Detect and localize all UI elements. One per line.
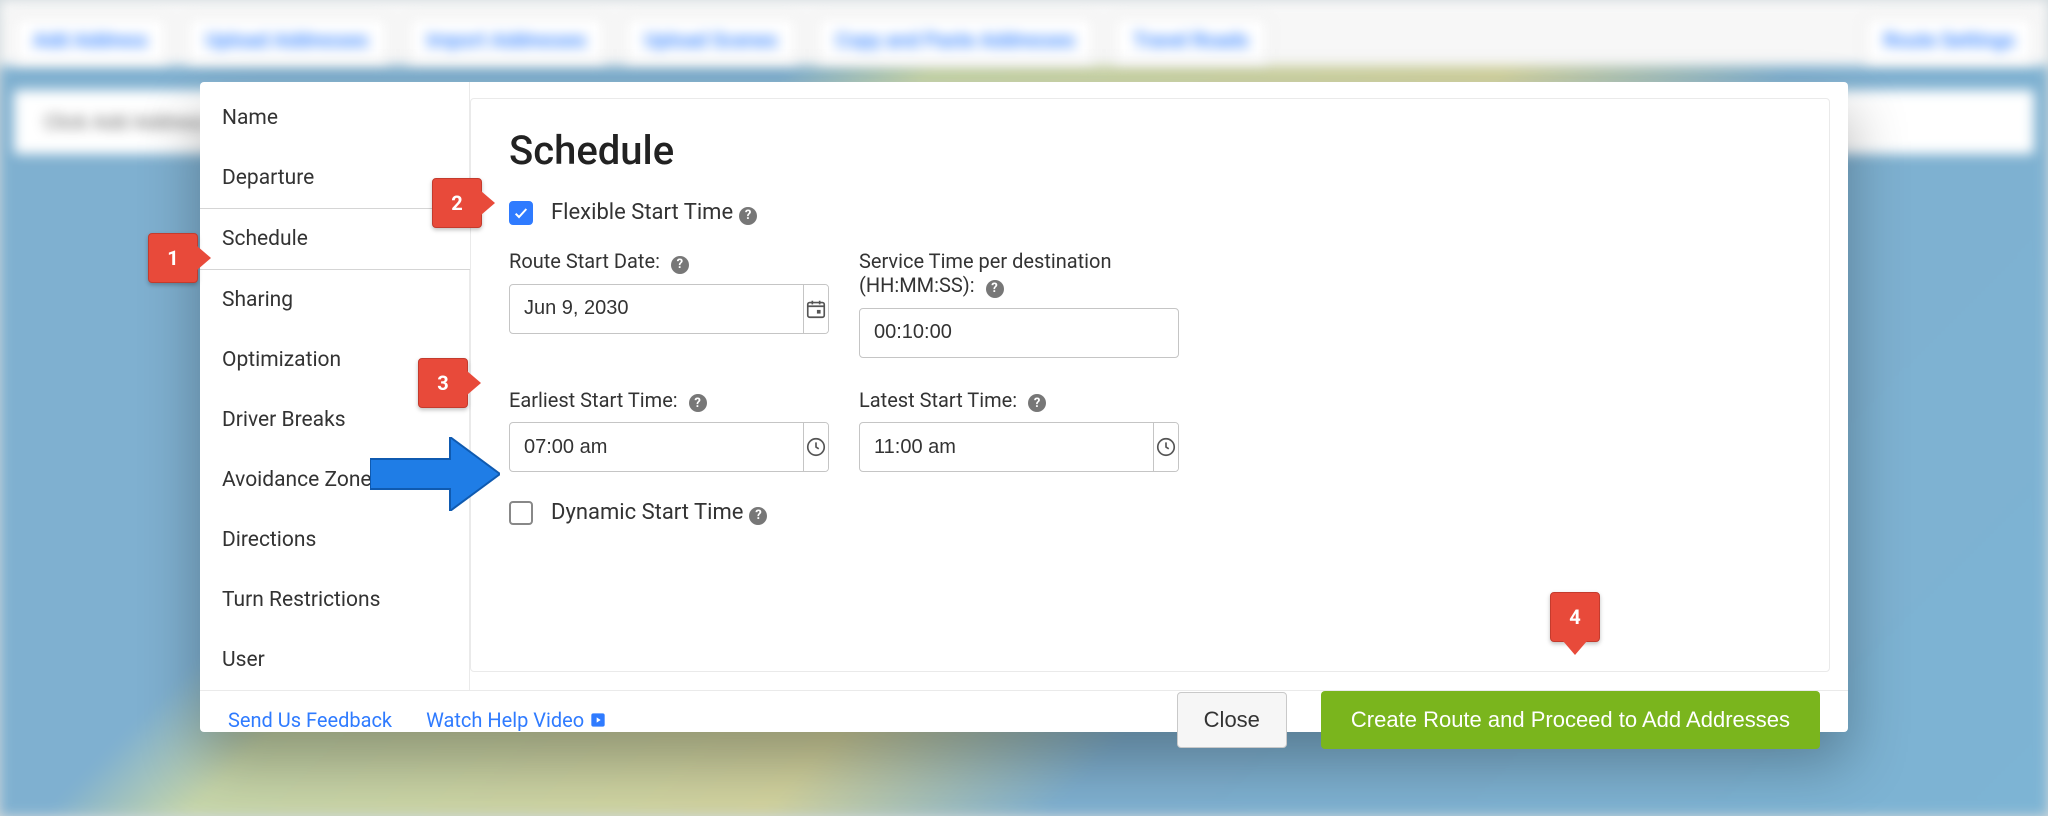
- help-icon[interactable]: ?: [986, 280, 1004, 298]
- toolbar-import-addresses[interactable]: Import Addresses: [408, 17, 606, 63]
- close-button[interactable]: Close: [1177, 692, 1287, 748]
- help-icon[interactable]: ?: [671, 256, 689, 274]
- toolbar-route-settings[interactable]: Route Settings: [1865, 17, 2034, 63]
- sidebar-item-user[interactable]: User: [200, 630, 469, 690]
- help-icon[interactable]: ?: [1028, 394, 1046, 412]
- latest-time-field: Latest Start Time: ?: [859, 388, 1179, 473]
- check-icon: [513, 205, 529, 221]
- flexible-start-label: Flexible Start Time?: [551, 200, 757, 225]
- toolbar-travel-roads[interactable]: Travel Roads: [1114, 17, 1268, 63]
- service-time-input[interactable]: [860, 309, 1178, 357]
- clock-icon[interactable]: [1153, 423, 1178, 471]
- earliest-time-label: Earliest Start Time: ?: [509, 388, 829, 413]
- pane-title: Schedule: [509, 127, 1791, 174]
- latest-time-label: Latest Start Time: ?: [859, 388, 1179, 413]
- pointer-arrow-icon: [370, 437, 500, 511]
- modal-footer: Send Us Feedback Watch Help Video Close …: [200, 691, 1848, 749]
- dynamic-start-label: Dynamic Start Time?: [551, 500, 767, 525]
- service-time-field: Service Time per destination (HH:MM:SS):…: [859, 249, 1179, 358]
- flexible-start-checkbox[interactable]: [509, 201, 533, 225]
- dynamic-start-checkbox[interactable]: [509, 501, 533, 525]
- send-feedback-link[interactable]: Send Us Feedback: [228, 708, 392, 732]
- help-icon[interactable]: ?: [749, 507, 767, 525]
- create-route-button[interactable]: Create Route and Proceed to Add Addresse…: [1321, 691, 1820, 749]
- start-date-input[interactable]: [510, 285, 803, 333]
- sidebar-item-turn-restrictions[interactable]: Turn Restrictions: [200, 570, 469, 630]
- callout-1: 1: [148, 233, 198, 283]
- start-date-label: Route Start Date: ?: [509, 249, 829, 274]
- play-icon: [590, 712, 606, 728]
- toolbar-upload-addresses[interactable]: Upload Addresses: [187, 17, 388, 63]
- help-icon[interactable]: ?: [689, 394, 707, 412]
- toolbar-upload-scenes[interactable]: Upload Scenes: [625, 17, 796, 63]
- earliest-time-input[interactable]: [510, 423, 803, 471]
- start-date-field: Route Start Date: ?: [509, 249, 829, 358]
- service-time-label: Service Time per destination (HH:MM:SS):…: [859, 249, 1179, 298]
- sidebar-item-name[interactable]: Name: [200, 88, 469, 148]
- schedule-pane: Schedule Flexible Start Time? Route Star…: [470, 98, 1830, 672]
- toolbar-copy-paste[interactable]: Copy and Paste Addresses: [817, 17, 1095, 63]
- toolbar-add-address[interactable]: Add Address: [14, 17, 167, 63]
- help-icon[interactable]: ?: [739, 207, 757, 225]
- callout-3: 3: [418, 358, 468, 408]
- sidebar-item-sharing[interactable]: Sharing: [200, 270, 469, 330]
- main-toolbar: Add Address Upload Addresses Import Addr…: [14, 14, 2034, 66]
- earliest-time-field: Earliest Start Time: ?: [509, 388, 829, 473]
- callout-2: 2: [432, 178, 482, 228]
- sidebar-item-schedule[interactable]: Schedule: [200, 208, 470, 270]
- callout-4: 4: [1550, 592, 1600, 642]
- sidebar-item-departure[interactable]: Departure: [200, 148, 469, 208]
- watch-help-video-link[interactable]: Watch Help Video: [426, 708, 606, 732]
- sidebar-item-directions[interactable]: Directions: [200, 510, 469, 570]
- clock-icon[interactable]: [803, 423, 828, 471]
- calendar-icon[interactable]: [803, 285, 828, 333]
- latest-time-input[interactable]: [860, 423, 1153, 471]
